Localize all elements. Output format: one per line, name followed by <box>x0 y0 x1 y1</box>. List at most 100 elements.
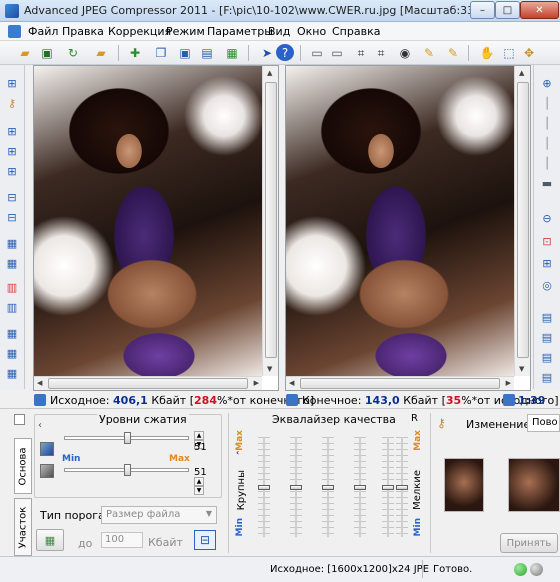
preview-thumbnail-2[interactable] <box>508 458 560 512</box>
target-image[interactable] <box>286 66 514 376</box>
equalizer-handle[interactable] <box>354 484 366 490</box>
target-vertical-thumb[interactable] <box>517 82 529 358</box>
source-horizontal-thumb[interactable] <box>48 378 248 389</box>
crop-icon[interactable]: ⌗ <box>352 44 370 61</box>
spin-up-icon[interactable]: ▲ <box>194 431 204 440</box>
menu-mode[interactable]: Режим <box>166 25 205 38</box>
equalizer-handle[interactable] <box>382 484 394 490</box>
source-horizontal-scrollbar[interactable]: ◀ ▶ <box>34 376 262 390</box>
key-icon[interactable]: ⚷ <box>3 95 21 111</box>
save-all-icon[interactable]: ▤ <box>198 44 216 61</box>
source-vertical-thumb[interactable] <box>265 82 277 358</box>
threshold-dropdown[interactable]: Размер файла ▼ <box>101 506 217 524</box>
hand-icon[interactable]: ✋ <box>478 44 496 61</box>
view3-icon[interactable]: ▤ <box>538 349 556 365</box>
scroll-right-icon[interactable]: ▶ <box>254 379 259 387</box>
fit-width-icon[interactable]: ⊞ <box>538 255 556 271</box>
equalizer-band-5[interactable] <box>382 437 394 537</box>
target-vertical-scrollbar[interactable]: ▲ ▼ <box>514 66 530 376</box>
collapse-icon[interactable]: ‹ <box>38 420 42 431</box>
scroll-left-icon[interactable]: ◀ <box>289 379 294 387</box>
view2-icon[interactable]: ▤ <box>538 329 556 345</box>
maximize-button[interactable]: □ <box>495 1 520 19</box>
refresh-icon[interactable]: ↻ <box>64 44 82 61</box>
actual-size-icon[interactable]: ⊡ <box>538 233 556 249</box>
edit2-icon[interactable]: ✎ <box>444 44 462 61</box>
menu-parameters[interactable]: Параметры <box>207 25 273 38</box>
window2-icon[interactable]: ▭ <box>328 44 346 61</box>
palette-icon[interactable]: ▦ <box>3 325 21 341</box>
minimize-button[interactable]: – <box>470 1 495 19</box>
menu-correction[interactable]: Коррекция <box>108 25 171 38</box>
spin-up-icon[interactable]: ▲ <box>194 477 204 486</box>
zoom-in-icon[interactable]: ⊕ <box>538 75 556 91</box>
open-folder-icon[interactable]: ▰ <box>16 44 34 61</box>
threshold-settings-icon[interactable]: ⊟ <box>194 530 216 550</box>
histogram2-icon[interactable]: ▥ <box>3 299 21 315</box>
close-button[interactable]: ✕ <box>520 1 559 19</box>
spin-down-icon[interactable]: ▼ <box>194 486 204 495</box>
source-vertical-scrollbar[interactable]: ▲ ▼ <box>262 66 278 376</box>
folder-icon[interactable]: ▰ <box>92 44 110 61</box>
export-icon[interactable]: ▦ <box>223 44 241 61</box>
lock-checkbox[interactable] <box>14 414 25 425</box>
histogram-icon[interactable]: ▥ <box>3 279 21 295</box>
equalizer-band-2[interactable] <box>290 437 302 537</box>
equalizer-band-1[interactable] <box>258 437 270 537</box>
scroll-up-icon[interactable]: ▲ <box>267 69 272 77</box>
tab-region[interactable]: Участок <box>14 498 32 556</box>
apply-threshold-icon[interactable]: ▦ <box>36 529 64 551</box>
scroll-left-icon[interactable]: ◀ <box>37 379 42 387</box>
apply-button[interactable]: Принять <box>500 533 558 553</box>
cursor-icon[interactable]: ➤ <box>258 44 276 61</box>
threshold-value-input[interactable]: 100 <box>101 532 143 548</box>
menu-edit[interactable]: Правка <box>62 25 104 38</box>
target-horizontal-thumb[interactable] <box>300 378 500 389</box>
zoom-out-icon[interactable]: ⊖ <box>538 210 556 226</box>
grid2-icon[interactable]: ▦ <box>3 255 21 271</box>
select-icon[interactable]: ⬚ <box>500 44 518 61</box>
fit-page-icon[interactable]: ◎ <box>538 277 556 293</box>
eye-icon[interactable]: ◉ <box>396 44 414 61</box>
view4-icon[interactable]: ▤ <box>538 369 556 385</box>
preview-thumbnail-1[interactable] <box>444 458 484 512</box>
scroll-down-icon[interactable]: ▼ <box>519 365 524 373</box>
equalizer-band-6[interactable] <box>396 437 408 537</box>
save-blue-icon[interactable]: ▣ <box>176 44 194 61</box>
equalizer-handle[interactable] <box>290 484 302 490</box>
compression-slider-1-thumb[interactable] <box>124 432 131 444</box>
document-icon[interactable] <box>8 25 21 38</box>
equalizer-handle[interactable] <box>258 484 270 490</box>
scroll-right-icon[interactable]: ▶ <box>506 379 511 387</box>
palette3-icon[interactable]: ▦ <box>3 365 21 381</box>
equalizer-handle[interactable] <box>322 484 334 490</box>
palette2-icon[interactable]: ▦ <box>3 345 21 361</box>
copy-icon[interactable]: ❐ <box>152 44 170 61</box>
edit-icon[interactable]: ✎ <box>420 44 438 61</box>
compare2-icon[interactable]: ⊟ <box>3 209 21 225</box>
equalizer-handle[interactable] <box>396 484 408 490</box>
menu-view[interactable]: Вид <box>268 25 290 38</box>
tab-main[interactable]: Основа <box>14 438 32 494</box>
move-icon[interactable]: ✥ <box>520 44 538 61</box>
scroll-up-icon[interactable]: ▲ <box>519 69 524 77</box>
menu-file[interactable]: Файл <box>28 25 58 38</box>
zoom-slider-handle-icon[interactable]: ▬ <box>538 175 556 191</box>
layer2-icon[interactable]: ⊞ <box>3 143 21 159</box>
layer3-icon[interactable]: ⊞ <box>3 163 21 179</box>
window-icon[interactable]: ▭ <box>308 44 326 61</box>
compression-slider-2-thumb[interactable] <box>124 464 131 476</box>
menu-window[interactable]: Окно <box>297 25 326 38</box>
crop2-icon[interactable]: ⌗ <box>372 44 390 61</box>
compare-icon[interactable]: ⊟ <box>3 189 21 205</box>
grid-icon[interactable]: ▦ <box>3 235 21 251</box>
scroll-down-icon[interactable]: ▼ <box>267 365 272 373</box>
help-icon[interactable]: ? <box>276 44 294 61</box>
view-icon[interactable]: ▤ <box>538 309 556 325</box>
equalizer-band-4[interactable] <box>354 437 366 537</box>
layer-icon[interactable]: ⊞ <box>3 123 21 139</box>
target-horizontal-scrollbar[interactable]: ◀ ▶ <box>286 376 514 390</box>
equalizer-band-3[interactable] <box>322 437 334 537</box>
source-image[interactable] <box>34 66 262 376</box>
zoom-fit-icon[interactable]: ⊞ <box>3 75 21 91</box>
